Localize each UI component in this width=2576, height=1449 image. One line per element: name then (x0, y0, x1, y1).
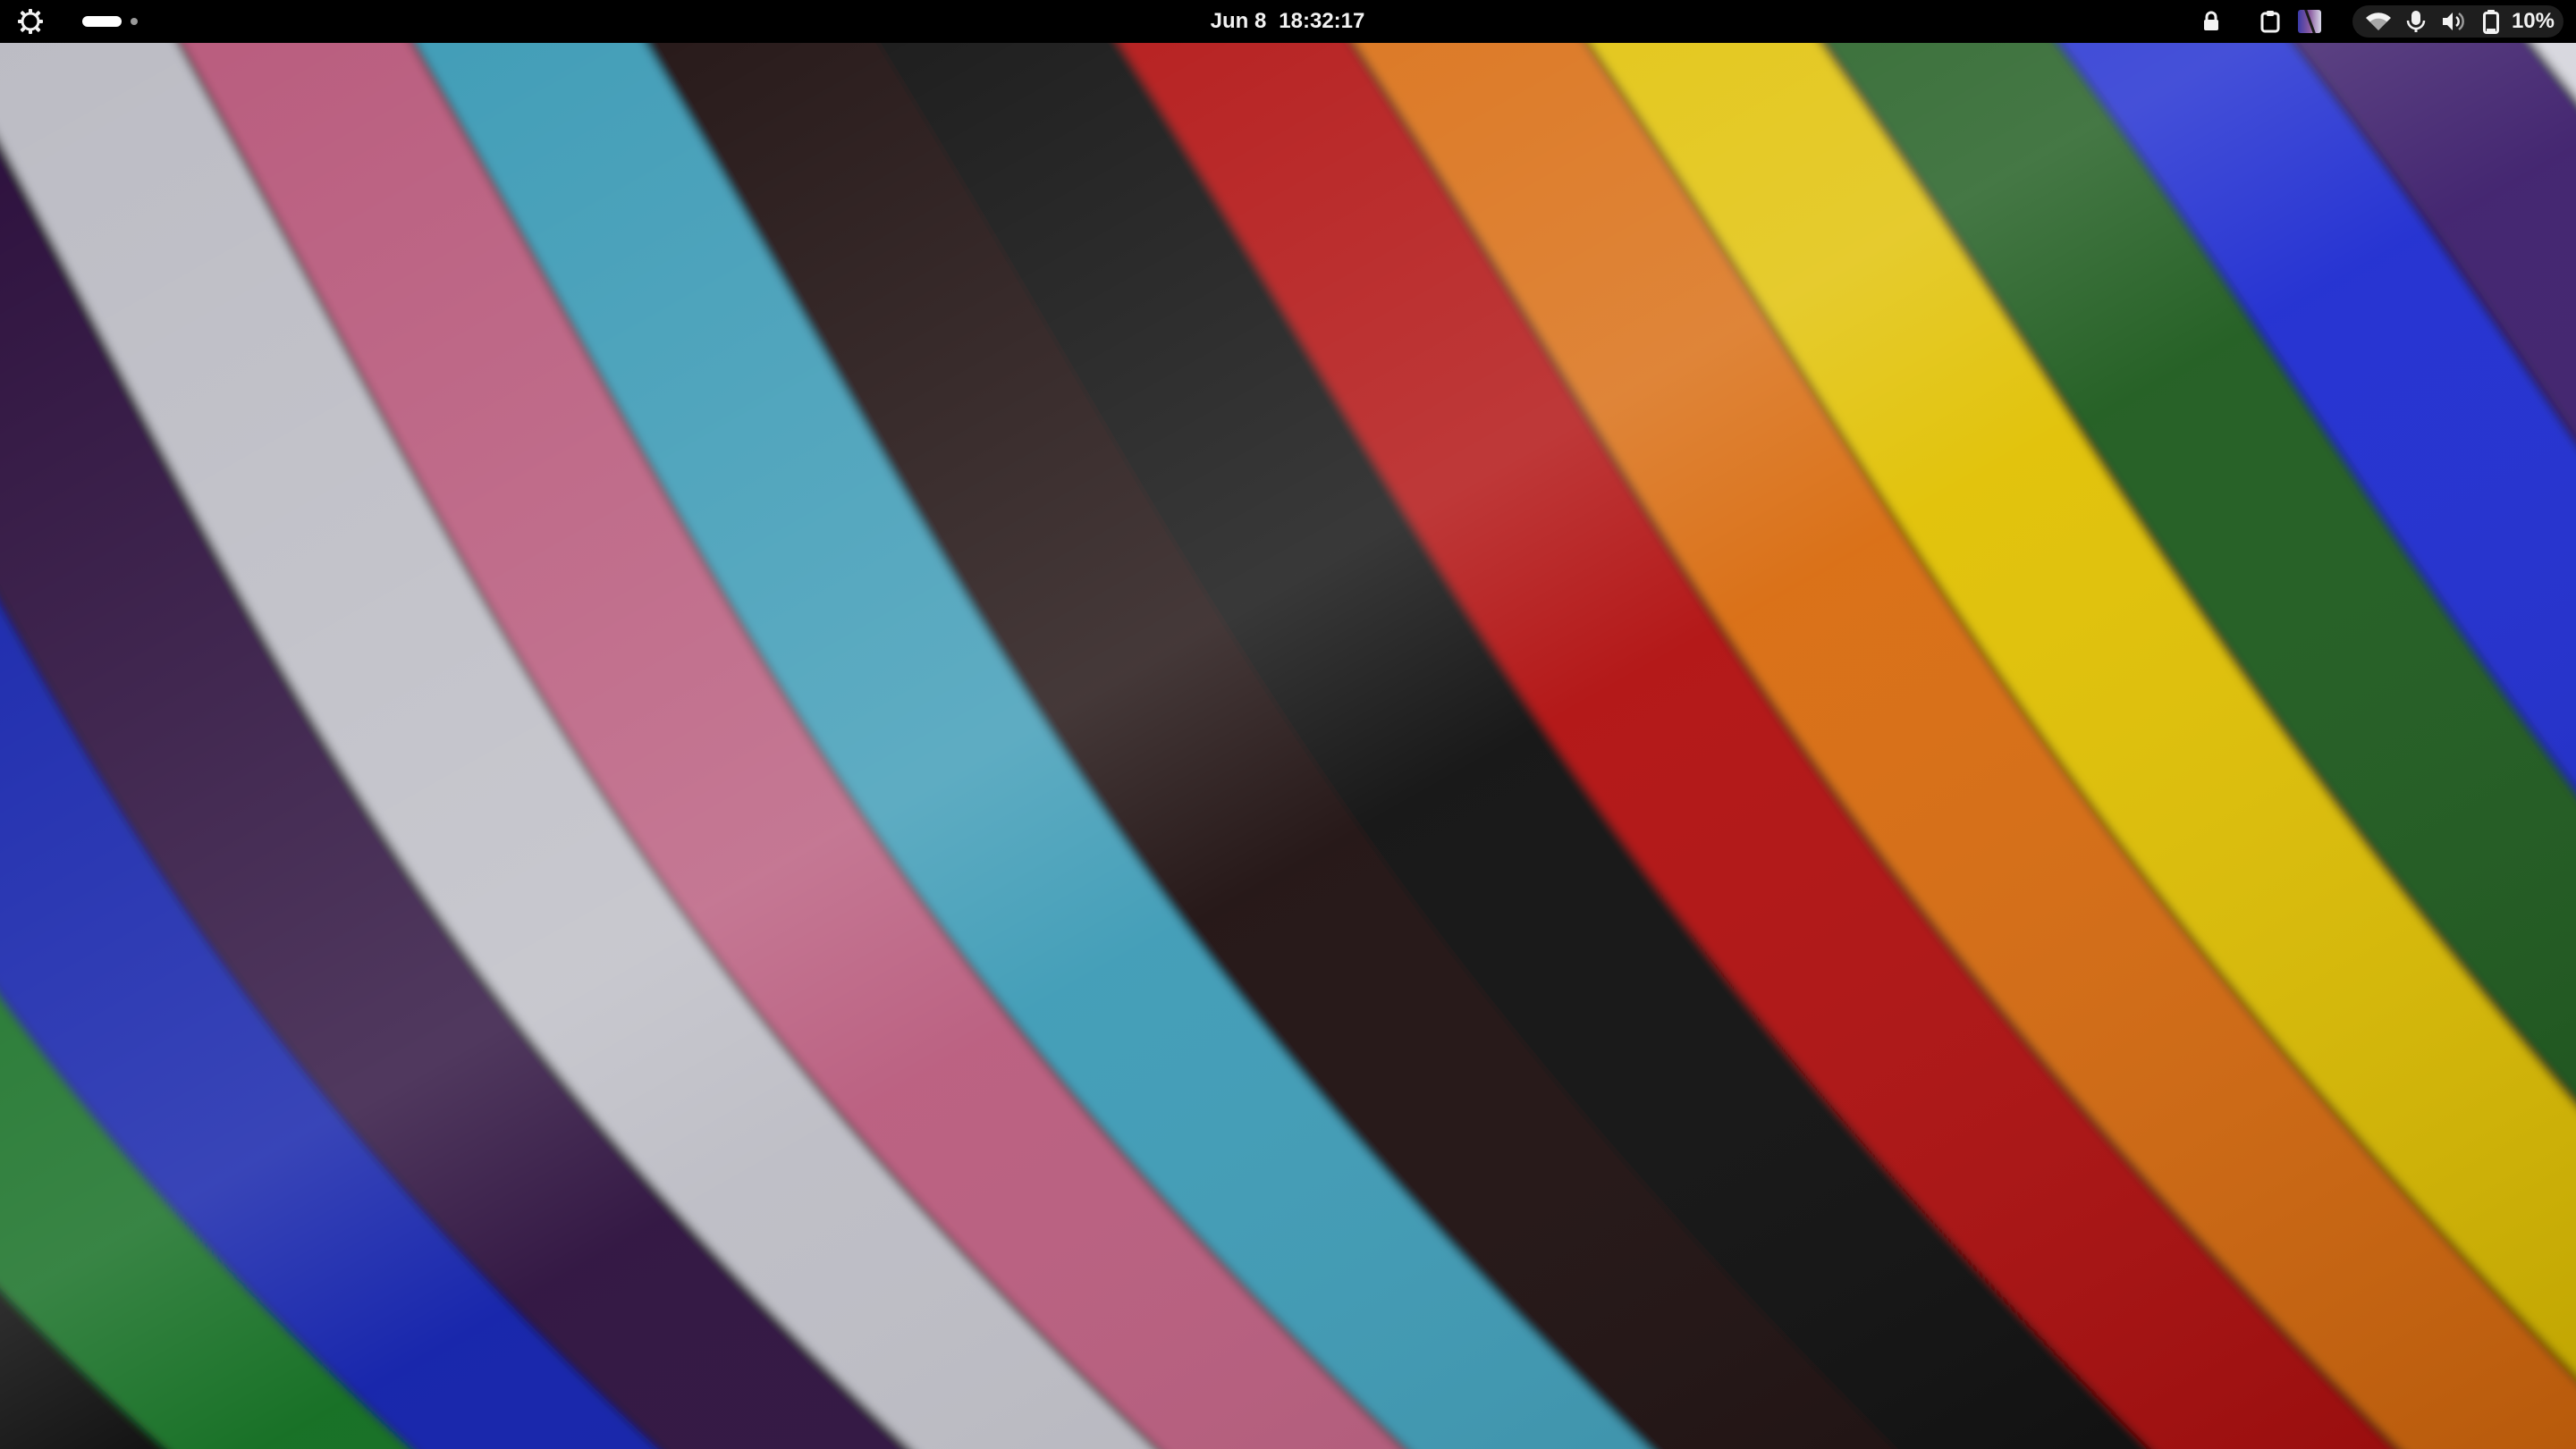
app-indicator-icon (2297, 10, 2321, 33)
system-menu-button[interactable]: 10% (2352, 5, 2563, 38)
top-bar: Jun 8 18:32:17 10% (0, 0, 2576, 43)
app-indicator[interactable] (2292, 4, 2327, 39)
battery-percentage: 10% (2511, 9, 2555, 33)
top-bar-right: 10% (2193, 0, 2563, 43)
desktop: Jun 8 18:32:17 10% (0, 0, 2576, 1449)
clock-date: Jun 8 (1210, 9, 1267, 33)
date-time-button[interactable]: Jun 8 18:32:17 (1144, 4, 1431, 39)
top-bar-left (13, 0, 138, 43)
workspace-dot[interactable] (131, 18, 138, 25)
microphone-icon (2403, 8, 2429, 35)
volume-icon (2440, 8, 2467, 35)
battery-icon (2478, 8, 2504, 35)
wallpaper-art (0, 0, 2576, 1449)
clipboard-icon (2260, 11, 2280, 33)
lock-icon (2203, 11, 2218, 30)
wallpaper (0, 0, 2576, 1449)
workspace-active-pill[interactable] (82, 16, 122, 27)
wifi-icon (2365, 8, 2392, 35)
gnome-activities-icon (18, 9, 43, 34)
activities-button[interactable] (13, 4, 48, 39)
clock-time: 18:32:17 (1279, 9, 1365, 33)
workspace-indicator[interactable] (82, 4, 138, 39)
clipboard-indicator[interactable] (2252, 4, 2288, 39)
lock-indicator[interactable] (2193, 4, 2229, 39)
